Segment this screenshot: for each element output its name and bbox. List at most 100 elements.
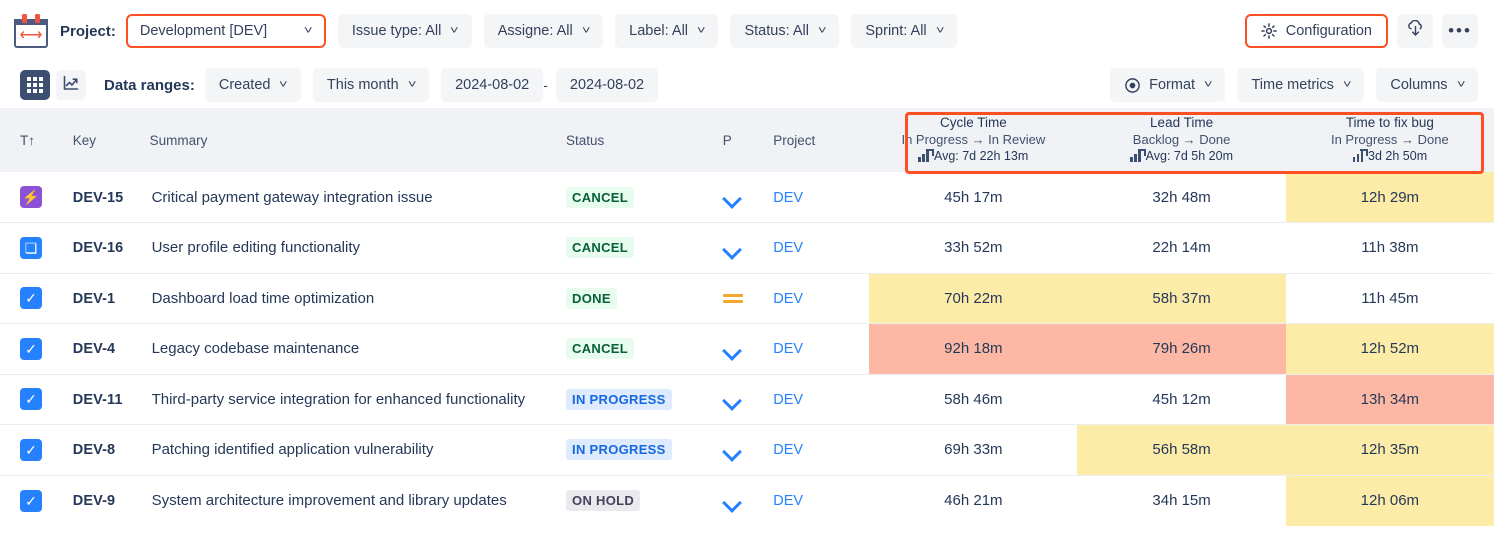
range-period-select[interactable]: This month ˅: [313, 68, 429, 102]
date-from-input[interactable]: 2024-08-02: [441, 68, 543, 102]
cell-summary[interactable]: Critical payment gateway integration iss…: [150, 172, 566, 223]
cell-key[interactable]: DEV-16: [73, 223, 150, 274]
cell-key[interactable]: DEV-1: [73, 273, 150, 324]
cell-status: CANCEL: [566, 223, 723, 274]
cycle-time-average: Avg: 7d 22h 13m: [873, 148, 1073, 165]
cell-status: IN PROGRESS: [566, 425, 723, 476]
cell-summary[interactable]: User profile editing functionality: [150, 223, 566, 274]
filter-label[interactable]: Label: All ˅: [615, 14, 718, 48]
cell-project[interactable]: DEV: [773, 374, 869, 425]
calendar-arrows-icon: ⟷: [14, 14, 48, 48]
column-header-time-to-fix-bug[interactable]: Time to fix bug In Progress → Done 3d 2h…: [1286, 108, 1494, 172]
range-field-select[interactable]: Created ˅: [205, 68, 301, 102]
cell-time-to-fix-bug: 12h 52m: [1286, 324, 1494, 375]
grid-view-button[interactable]: [20, 70, 50, 100]
filter-status[interactable]: Status: All ˅: [730, 14, 839, 48]
cell-project[interactable]: DEV: [773, 475, 869, 526]
priority-medium-icon: [723, 291, 743, 306]
cell-priority: [723, 374, 774, 425]
cell-key[interactable]: DEV-11: [73, 374, 150, 425]
cell-summary[interactable]: Third-party service integration for enha…: [150, 374, 566, 425]
cell-issue-type: ❏: [0, 223, 73, 274]
cell-project[interactable]: DEV: [773, 273, 869, 324]
issue-key: DEV-1: [73, 291, 115, 307]
more-options-button[interactable]: •••: [1442, 14, 1478, 48]
chevron-down-icon: ˅: [1456, 79, 1465, 91]
cell-key[interactable]: DEV-9: [73, 475, 150, 526]
column-header-cycle-time[interactable]: Cycle Time In Progress → In Review Avg: …: [869, 108, 1077, 172]
column-header-summary-label: Summary: [150, 133, 566, 148]
column-header-priority-label: P: [723, 133, 774, 148]
chevron-down-icon: ˅: [1204, 79, 1213, 91]
table-row[interactable]: ❏DEV-16User profile editing functionalit…: [0, 223, 1494, 274]
table-row[interactable]: ⚡DEV-15Critical payment gateway integrat…: [0, 172, 1494, 223]
fix-time-average-value: 3d 2h 50m: [1368, 148, 1427, 165]
cycle-time-title: Cycle Time: [873, 115, 1073, 131]
cell-time-to-fix-bug: 12h 06m: [1286, 475, 1494, 526]
column-header-priority[interactable]: P: [723, 108, 774, 172]
cell-cycle-time: 46h 21m: [869, 475, 1077, 526]
time-metrics-button[interactable]: Time metrics ˅: [1237, 68, 1364, 102]
table-row[interactable]: ✓DEV-1Dashboard load time optimizationDO…: [0, 273, 1494, 324]
configuration-button[interactable]: Configuration: [1245, 14, 1388, 48]
column-header-project[interactable]: Project: [773, 108, 869, 172]
cell-summary[interactable]: Patching identified application vulnerab…: [150, 425, 566, 476]
column-header-key-label: Key: [73, 133, 150, 148]
table-header-row: T↑ Key Summary Status P: [0, 108, 1494, 172]
table-row[interactable]: ✓DEV-4Legacy codebase maintenanceCANCELD…: [0, 324, 1494, 375]
filter-sprint[interactable]: Sprint: All ˅: [851, 14, 957, 48]
table-row[interactable]: ✓DEV-11Third-party service integration f…: [0, 374, 1494, 425]
lead-time-transition: Backlog → Done: [1081, 131, 1281, 148]
secondary-toolbar: Data ranges: Created ˅ This month ˅ 2024…: [0, 62, 1494, 108]
cell-summary[interactable]: Dashboard load time optimization: [150, 273, 566, 324]
filter-assignee[interactable]: Assigne: All ˅: [484, 14, 603, 48]
cell-summary[interactable]: System architecture improvement and libr…: [150, 475, 566, 526]
trend-chart-icon: [62, 74, 80, 97]
issue-type-task-icon: ✓: [20, 490, 42, 512]
format-button[interactable]: Format ˅: [1110, 68, 1225, 102]
cell-time-to-fix-bug: 11h 38m: [1286, 223, 1494, 274]
cell-time-to-fix-bug: 11h 45m: [1286, 273, 1494, 324]
project-link: DEV: [773, 442, 803, 458]
column-header-type[interactable]: T↑: [0, 108, 73, 172]
column-header-status[interactable]: Status: [566, 108, 723, 172]
grid-view-icon: [27, 77, 43, 93]
table-row[interactable]: ✓ DEV-9System architecture improvement an…: [0, 475, 1494, 526]
column-header-summary[interactable]: Summary: [150, 108, 566, 172]
date-to-input[interactable]: 2024-08-02: [556, 68, 658, 102]
column-header-key[interactable]: Key: [73, 108, 150, 172]
cell-status: IN PROGRESS: [566, 374, 723, 425]
cell-key[interactable]: DEV-8: [73, 425, 150, 476]
cell-status: CANCEL: [566, 324, 723, 375]
project-link: DEV: [773, 291, 803, 307]
cell-project[interactable]: DEV: [773, 324, 869, 375]
column-header-lead-time[interactable]: Lead Time Backlog → Done Avg: 7d 5h 20m: [1077, 108, 1285, 172]
table-row[interactable]: ✓DEV-8Patching identified application vu…: [0, 425, 1494, 476]
filter-assignee-label: Assigne: All: [498, 23, 573, 39]
cell-cycle-time: 45h 17m: [869, 172, 1077, 223]
cell-project[interactable]: DEV: [773, 223, 869, 274]
issue-key: DEV-15: [73, 190, 124, 206]
project-link: DEV: [773, 190, 803, 206]
cell-project[interactable]: DEV: [773, 425, 869, 476]
cell-lead-time: 34h 15m: [1077, 475, 1285, 526]
cell-priority: [723, 475, 774, 526]
download-button[interactable]: [1397, 14, 1433, 48]
columns-button[interactable]: Columns ˅: [1376, 68, 1478, 102]
bar-chart-icon: [1130, 151, 1141, 162]
cell-key[interactable]: DEV-4: [73, 324, 150, 375]
project-select[interactable]: Development [DEV] ˅: [126, 14, 326, 48]
chevron-down-icon: ˅: [818, 25, 827, 37]
date-to-value: 2024-08-02: [570, 77, 644, 93]
cell-summary[interactable]: Legacy codebase maintenance: [150, 324, 566, 375]
chart-view-button[interactable]: [56, 70, 86, 100]
cell-project[interactable]: DEV: [773, 172, 869, 223]
table-body: ⚡DEV-15Critical payment gateway integrat…: [0, 172, 1494, 526]
cell-priority: [723, 223, 774, 274]
cell-priority: [723, 172, 774, 223]
issues-table: T↑ Key Summary Status P: [0, 108, 1494, 526]
cell-issue-type: ✓: [0, 425, 73, 476]
cell-key[interactable]: DEV-15: [73, 172, 150, 223]
issue-summary: Legacy codebase maintenance: [150, 340, 360, 357]
filter-issue-type[interactable]: Issue type: All ˅: [338, 14, 472, 48]
